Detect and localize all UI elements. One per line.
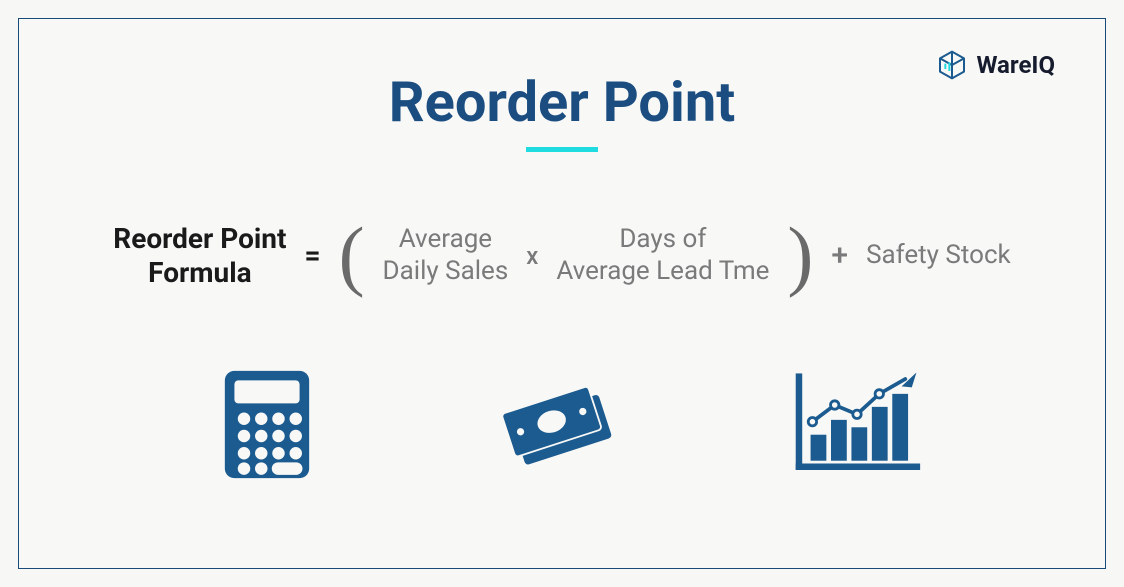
formula-row: Reorder Point Formula = ( Average Daily … [59, 222, 1065, 289]
term1-line2: Daily Sales [383, 256, 509, 287]
title-underline [526, 147, 598, 152]
calculator-icon [202, 364, 332, 484]
term2-line1: Days of [556, 224, 769, 255]
diagram-frame: WareIQ Reorder Point Reorder Point Formu… [18, 18, 1106, 569]
page-title: Reorder Point [59, 69, 1065, 135]
formula-label: Reorder Point Formula [113, 222, 286, 289]
equals-sign: = [304, 239, 320, 272]
left-paren: ( [339, 228, 365, 283]
formula-label-line1: Reorder Point [113, 222, 286, 256]
money-icon [497, 364, 627, 484]
formula-label-line2: Formula [113, 256, 286, 290]
right-paren: ) [787, 228, 813, 283]
term-avg-daily-sales: Average Daily Sales [383, 224, 509, 286]
brand-logo: WareIQ [936, 49, 1055, 81]
plus-sign: + [831, 238, 848, 273]
growth-chart-icon [792, 364, 922, 484]
term2-line2: Average Lead Tme [556, 256, 769, 287]
icons-row [59, 364, 1065, 484]
term1-line1: Average [383, 224, 509, 255]
brand-name: WareIQ [976, 51, 1055, 79]
wareiq-cube-icon [936, 49, 968, 81]
multiply-sign: x [526, 242, 538, 270]
term-safety-stock: Safety Stock [866, 240, 1011, 271]
term-lead-time: Days of Average Lead Tme [556, 224, 769, 286]
